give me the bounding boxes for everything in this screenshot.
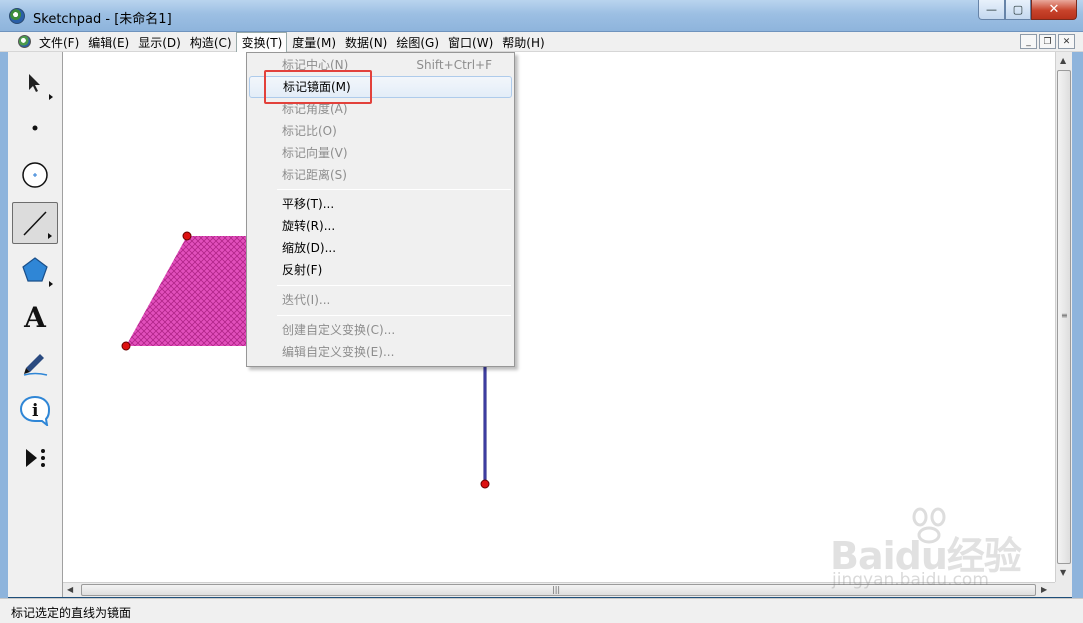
close-button[interactable]: ✕ <box>1031 0 1077 20</box>
vertical-scrollbar[interactable]: ▲ ≡ ▼ <box>1055 52 1072 582</box>
transform-menu-item[interactable]: 创建自定义变换(C)... <box>249 319 512 341</box>
point-tool[interactable] <box>12 107 58 149</box>
menu-item[interactable]: 窗口(W) <box>443 32 497 52</box>
vertical-scroll-thumb[interactable]: ≡ <box>1057 70 1071 564</box>
tool-options-indicator <box>48 233 52 239</box>
transform-menu-item[interactable]: 编辑自定义变换(E)... <box>249 341 512 363</box>
polygon-tool[interactable] <box>12 249 58 291</box>
text-tool[interactable]: A <box>12 296 58 338</box>
text-tool-icon: A <box>24 300 46 334</box>
compass-tool[interactable] <box>12 154 58 196</box>
arrow-select-tool[interactable] <box>12 62 58 104</box>
menu-item-label: 平移(T)... <box>282 197 335 211</box>
custom-tool-icon <box>26 449 45 467</box>
menu-item-label: 编辑自定义变换(E)... <box>282 345 395 359</box>
menu-item[interactable]: 变换(T) <box>235 32 288 52</box>
window-frame-left <box>0 52 8 598</box>
maximize-button[interactable]: ▢ <box>1005 0 1031 20</box>
menu-item-shortcut: Shift+Ctrl+F <box>416 58 492 72</box>
watermark-url: jingyan.baidu.com <box>832 570 989 590</box>
custom-tool[interactable] <box>12 437 58 479</box>
scroll-down-arrow-icon[interactable]: ▼ <box>1060 568 1066 577</box>
window-controls: — ▢ ✕ <box>978 0 1077 20</box>
transform-menu-item[interactable]: 标记比(O) <box>249 120 512 142</box>
document-icon[interactable] <box>18 35 31 48</box>
menu-items: 文件(F) 编辑(E) 显示(D) 构造(C) 变换(T) 度量(M) 数据(N) 绘图(G)… <box>34 32 549 52</box>
information-tool-icon: i <box>19 395 51 426</box>
doc-restore-button[interactable]: ❐ <box>1039 34 1056 49</box>
sketchpad-app-icon <box>9 8 25 24</box>
scroll-right-arrow-icon[interactable]: ▶ <box>1041 585 1047 594</box>
transform-menu-item[interactable]: 标记向量(V) <box>249 142 512 164</box>
transform-menu-item[interactable]: 缩放(D)... <box>249 237 512 259</box>
menu-separator <box>277 285 511 286</box>
menu-item[interactable]: 编辑(E) <box>83 32 133 52</box>
menu-item[interactable]: 度量(M) <box>287 32 340 52</box>
transform-menu-item[interactable]: 标记距离(S) <box>249 164 512 186</box>
quadrilateral-polygon[interactable] <box>126 236 253 346</box>
straightedge-tool[interactable] <box>12 202 58 244</box>
document-window-controls: _ ❐ ✕ <box>1020 34 1075 49</box>
menu-item-label: 标记向量(V) <box>282 146 348 160</box>
point-tool-icon <box>32 125 38 131</box>
minimize-button[interactable]: — <box>978 0 1005 20</box>
grip-icon: ≡ <box>1061 311 1068 320</box>
doc-minimize-button[interactable]: _ <box>1020 34 1037 49</box>
arrow-select-tool-icon <box>29 74 40 92</box>
polygon-tool-icon <box>22 257 48 282</box>
segment-endpoint[interactable] <box>480 479 490 489</box>
vertex-point[interactable] <box>121 341 131 351</box>
transform-menu-item[interactable]: 反射(F) <box>249 259 512 281</box>
status-text: 标记选定的直线为镜面 <box>11 606 132 620</box>
highlight-annotation-box <box>264 70 372 104</box>
transform-menu-item[interactable]: 旋转(R)... <box>249 215 512 237</box>
scrollbar-corner <box>1055 582 1072 597</box>
tool-options-indicator <box>49 281 53 287</box>
baidu-watermark: Baidu经验 jingyan.baidu.com <box>830 505 1030 600</box>
sketch-canvas[interactable] <box>63 52 1055 582</box>
menu-bar: 文件(F) 编辑(E) 显示(D) 构造(C) 变换(T) 度量(M) 数据(N) 绘图(G)… <box>0 32 1083 52</box>
menu-item[interactable]: 构造(C) <box>185 32 236 52</box>
menu-item-label: 迭代(I)... <box>282 293 331 307</box>
menu-item-label: 旋转(R)... <box>282 219 336 233</box>
menu-item-label: 反射(F) <box>282 263 323 277</box>
grip-icon: ||| <box>552 585 561 594</box>
menu-item-label: 标记角度(A) <box>282 102 348 116</box>
menu-separator <box>277 189 511 190</box>
menu-item[interactable]: 显示(D) <box>133 32 185 52</box>
vertex-point[interactable] <box>182 231 192 241</box>
menu-item-label: 创建自定义变换(C)... <box>282 323 396 337</box>
menu-separator <box>277 315 511 316</box>
svg-text:i: i <box>32 401 39 421</box>
menu-item[interactable]: 文件(F) <box>34 32 83 52</box>
information-tool[interactable]: i <box>12 389 58 431</box>
title-bar: Sketchpad - [未命名1] — ▢ ✕ <box>0 0 1083 32</box>
toolbox: A i <box>8 52 63 597</box>
window-frame-right <box>1072 52 1083 598</box>
straightedge-tool-icon <box>23 211 47 236</box>
sketch-drawing <box>121 231 490 489</box>
menu-item[interactable]: 帮助(H) <box>497 32 548 52</box>
transform-menu-item[interactable]: 平移(T)... <box>249 193 512 215</box>
status-bar: 标记选定的直线为镜面 <box>0 598 1083 623</box>
transform-menu-item[interactable]: 迭代(I)... <box>249 289 512 311</box>
doc-close-button[interactable]: ✕ <box>1058 34 1075 49</box>
scroll-left-arrow-icon[interactable]: ◀ <box>67 585 73 594</box>
tool-options-indicator <box>49 94 53 100</box>
menu-item-label: 缩放(D)... <box>282 241 337 255</box>
compass-tool-icon <box>22 162 48 188</box>
menu-item-label: 标记距离(S) <box>282 168 347 182</box>
menu-item-label: 标记比(O) <box>282 124 337 138</box>
menu-item[interactable]: 绘图(G) <box>391 32 443 52</box>
menu-item[interactable]: 数据(N) <box>340 32 391 52</box>
scroll-up-arrow-icon[interactable]: ▲ <box>1060 56 1066 65</box>
window-title: Sketchpad - [未命名1] <box>33 12 172 27</box>
marker-tool[interactable] <box>12 342 58 384</box>
marker-tool-icon <box>23 354 48 376</box>
